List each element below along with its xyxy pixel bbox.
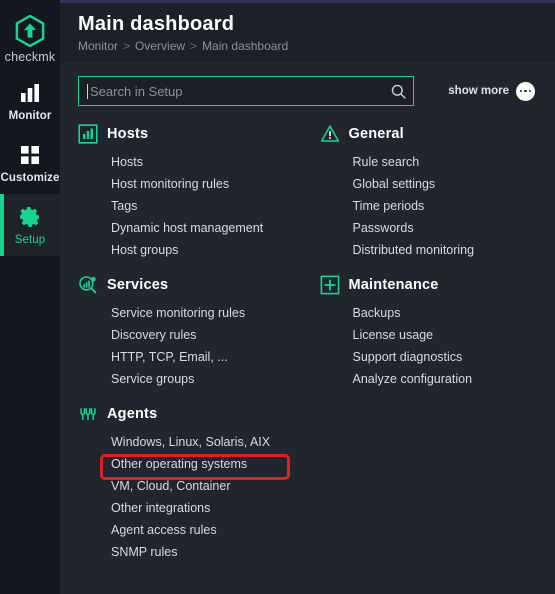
- sidebar-item-label: Monitor: [8, 109, 52, 122]
- setup-link-global-settings[interactable]: Global settings: [320, 173, 436, 195]
- setup-group-header[interactable]: General: [320, 124, 555, 144]
- brand-logo[interactable]: checkmk: [0, 8, 60, 70]
- warning-triangle-icon: [320, 125, 339, 142]
- setup-link-http-tcp-email[interactable]: HTTP, TCP, Email, ...: [78, 346, 228, 368]
- setup-link-dynamic-host-management[interactable]: Dynamic host management: [78, 217, 263, 239]
- sidebar-item-monitor[interactable]: Monitor: [0, 70, 60, 132]
- show-more-button[interactable]: show more: [448, 81, 539, 101]
- setup-link-agent-access-rules[interactable]: Agent access rules: [78, 519, 217, 541]
- setup-link-backups[interactable]: Backups: [320, 302, 401, 324]
- setup-group-links: Backups License usage Support diagnostic…: [320, 302, 555, 390]
- setup-group-links: Service monitoring rules Discovery rules…: [78, 302, 308, 390]
- setup-link-tags[interactable]: Tags: [78, 195, 137, 217]
- setup-group-maintenance: Maintenance Backups License usage Suppor…: [320, 275, 555, 390]
- setup-link-other-integrations[interactable]: Other integrations: [78, 497, 210, 519]
- setup-group-links: Windows, Linux, Solaris, AIX Other opera…: [78, 431, 308, 563]
- setup-link-hosts[interactable]: Hosts: [78, 151, 143, 173]
- setup-link-passwords[interactable]: Passwords: [320, 217, 414, 239]
- setup-column-right: General Rule search Global settings Time…: [308, 124, 555, 594]
- setup-group-header[interactable]: Agents: [78, 404, 308, 424]
- search-input[interactable]: Search in Setup: [78, 76, 414, 106]
- setup-column-left: Hosts Hosts Host monitoring rules Tags D…: [60, 124, 308, 594]
- breadcrumb-separator: >: [190, 39, 198, 53]
- setup-group-title: Maintenance: [348, 277, 439, 293]
- bar-chart-icon: [21, 83, 39, 102]
- setup-link-rule-search[interactable]: Rule search: [320, 151, 420, 173]
- main-content: Main dashboard Monitor > Overview > Main…: [60, 0, 555, 594]
- setup-group-title: General: [348, 126, 404, 142]
- search-toolbar: Search in Setup show more: [60, 62, 555, 116]
- setup-group-header[interactable]: Services: [78, 275, 308, 295]
- show-more-label: show more: [448, 85, 509, 97]
- brand-name: checkmk: [4, 49, 56, 64]
- setup-link-distributed-monitoring[interactable]: Distributed monitoring: [320, 239, 475, 261]
- setup-link-vm-cloud-container[interactable]: VM, Cloud, Container: [78, 475, 231, 497]
- setup-link-service-monitoring-rules[interactable]: Service monitoring rules: [78, 302, 245, 324]
- ellipsis-circle-icon[interactable]: [516, 81, 535, 101]
- page-header: Main dashboard Monitor > Overview > Main…: [60, 0, 555, 62]
- setup-group-links: Hosts Host monitoring rules Tags Dynamic…: [78, 151, 308, 261]
- setup-link-time-periods[interactable]: Time periods: [320, 195, 425, 217]
- setup-group-title: Hosts: [107, 126, 149, 142]
- setup-link-service-groups[interactable]: Service groups: [78, 368, 194, 390]
- nav-rail-filler: [0, 256, 60, 594]
- setup-group-hosts: Hosts Hosts Host monitoring rules Tags D…: [78, 124, 308, 261]
- setup-link-discovery-rules[interactable]: Discovery rules: [78, 324, 196, 346]
- services-magnifier-chart-icon: [79, 276, 97, 294]
- setup-group-title: Agents: [107, 406, 158, 422]
- breadcrumb-item-main-dashboard[interactable]: Main dashboard: [202, 39, 288, 53]
- top-accent-strip: [60, 0, 555, 3]
- setup-group-services: Services Service monitoring rules Discov…: [78, 275, 308, 390]
- setup-group-header[interactable]: Maintenance: [320, 275, 555, 295]
- setup-link-other-operating-systems[interactable]: Other operating systems: [78, 453, 247, 475]
- setup-group-header[interactable]: Hosts: [78, 124, 308, 144]
- sidebar-item-setup[interactable]: Setup: [0, 194, 60, 256]
- setup-group-title: Services: [107, 277, 169, 293]
- breadcrumb-separator: >: [123, 39, 131, 53]
- setup-link-host-monitoring-rules[interactable]: Host monitoring rules: [78, 173, 229, 195]
- sidebar-item-customize[interactable]: Customize: [0, 132, 60, 194]
- setup-group-links: Rule search Global settings Time periods…: [320, 151, 555, 261]
- setup-group-general: General Rule search Global settings Time…: [320, 124, 555, 261]
- setup-topic-columns: Hosts Hosts Host monitoring rules Tags D…: [60, 116, 555, 594]
- search-placeholder: Search in Setup: [90, 83, 183, 99]
- page-title: Main dashboard: [78, 13, 235, 35]
- agents-plug-icon: [80, 408, 96, 420]
- checkmk-setup-page: checkmk Monitor Customize Setup Main das…: [0, 0, 555, 594]
- sidebar-item-label: Customize: [0, 171, 60, 184]
- breadcrumb: Monitor > Overview > Main dashboard: [78, 39, 555, 53]
- gear-icon: [20, 206, 39, 227]
- plus-box-icon: [320, 275, 339, 295]
- setup-link-license-usage[interactable]: License usage: [320, 324, 434, 346]
- grid-squares-icon: [21, 145, 39, 164]
- hosts-chart-box-icon: [78, 124, 98, 144]
- setup-link-snmp-rules[interactable]: SNMP rules: [78, 541, 177, 563]
- setup-group-agents: Agents Windows, Linux, Solaris, AIX Othe…: [78, 404, 308, 563]
- main-navigation-rail: checkmk Monitor Customize Setup: [0, 0, 60, 594]
- checkmk-hexagon-arrow-icon: [15, 14, 45, 47]
- breadcrumb-item-overview[interactable]: Overview: [135, 39, 185, 53]
- breadcrumb-item-monitor[interactable]: Monitor: [78, 39, 118, 53]
- search-icon[interactable]: [390, 83, 407, 100]
- sidebar-item-label: Setup: [14, 233, 46, 246]
- setup-link-support-diagnostics[interactable]: Support diagnostics: [320, 346, 463, 368]
- setup-link-analyze-configuration[interactable]: Analyze configuration: [320, 368, 473, 390]
- setup-link-windows-linux-solaris-aix[interactable]: Windows, Linux, Solaris, AIX: [78, 431, 270, 453]
- setup-link-host-groups[interactable]: Host groups: [78, 239, 178, 261]
